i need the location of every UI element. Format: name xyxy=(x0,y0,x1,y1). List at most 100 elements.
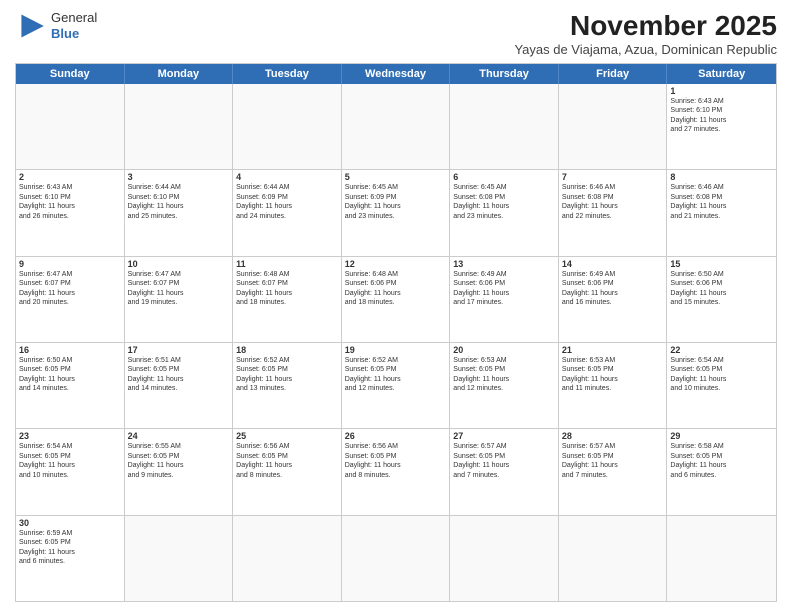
cal-row-4: 23Sunrise: 6:54 AM Sunset: 6:05 PM Dayli… xyxy=(16,428,776,514)
day-number: 3 xyxy=(128,172,230,182)
cal-header-sunday: Sunday xyxy=(16,64,125,84)
cal-cell-empty-0-2 xyxy=(233,84,342,169)
day-info: Sunrise: 6:55 AM Sunset: 6:05 PM Dayligh… xyxy=(128,442,230,480)
day-number: 14 xyxy=(562,259,664,269)
day-number: 5 xyxy=(345,172,447,182)
day-number: 27 xyxy=(453,431,555,441)
cal-cell-9: 9Sunrise: 6:47 AM Sunset: 6:07 PM Daylig… xyxy=(16,257,125,342)
cal-cell-empty-5-1 xyxy=(125,516,234,601)
cal-cell-11: 11Sunrise: 6:48 AM Sunset: 6:07 PM Dayli… xyxy=(233,257,342,342)
cal-row-5: 30Sunrise: 6:59 AM Sunset: 6:05 PM Dayli… xyxy=(16,515,776,601)
cal-header-saturday: Saturday xyxy=(667,64,776,84)
cal-cell-21: 21Sunrise: 6:53 AM Sunset: 6:05 PM Dayli… xyxy=(559,343,668,428)
cal-cell-empty-0-5 xyxy=(559,84,668,169)
cal-cell-7: 7Sunrise: 6:46 AM Sunset: 6:08 PM Daylig… xyxy=(559,170,668,255)
cal-cell-25: 25Sunrise: 6:56 AM Sunset: 6:05 PM Dayli… xyxy=(233,429,342,514)
cal-cell-empty-0-0 xyxy=(16,84,125,169)
logo-text: General Blue xyxy=(51,10,97,41)
cal-cell-22: 22Sunrise: 6:54 AM Sunset: 6:05 PM Dayli… xyxy=(667,343,776,428)
calendar: SundayMondayTuesdayWednesdayThursdayFrid… xyxy=(15,63,777,602)
day-number: 2 xyxy=(19,172,121,182)
day-number: 28 xyxy=(562,431,664,441)
month-title: November 2025 xyxy=(514,10,777,42)
cal-cell-20: 20Sunrise: 6:53 AM Sunset: 6:05 PM Dayli… xyxy=(450,343,559,428)
day-number: 4 xyxy=(236,172,338,182)
day-number: 23 xyxy=(19,431,121,441)
day-number: 26 xyxy=(345,431,447,441)
day-info: Sunrise: 6:57 AM Sunset: 6:05 PM Dayligh… xyxy=(562,442,664,480)
day-info: Sunrise: 6:56 AM Sunset: 6:05 PM Dayligh… xyxy=(345,442,447,480)
calendar-body: 1Sunrise: 6:43 AM Sunset: 6:10 PM Daylig… xyxy=(16,84,776,601)
day-number: 10 xyxy=(128,259,230,269)
day-info: Sunrise: 6:46 AM Sunset: 6:08 PM Dayligh… xyxy=(562,183,664,221)
day-number: 22 xyxy=(670,345,773,355)
day-info: Sunrise: 6:50 AM Sunset: 6:05 PM Dayligh… xyxy=(19,356,121,394)
day-info: Sunrise: 6:45 AM Sunset: 6:09 PM Dayligh… xyxy=(345,183,447,221)
day-number: 16 xyxy=(19,345,121,355)
cal-cell-27: 27Sunrise: 6:57 AM Sunset: 6:05 PM Dayli… xyxy=(450,429,559,514)
cal-header-wednesday: Wednesday xyxy=(342,64,451,84)
day-number: 20 xyxy=(453,345,555,355)
cal-cell-26: 26Sunrise: 6:56 AM Sunset: 6:05 PM Dayli… xyxy=(342,429,451,514)
cal-cell-6: 6Sunrise: 6:45 AM Sunset: 6:08 PM Daylig… xyxy=(450,170,559,255)
day-number: 9 xyxy=(19,259,121,269)
day-number: 6 xyxy=(453,172,555,182)
day-number: 7 xyxy=(562,172,664,182)
day-info: Sunrise: 6:49 AM Sunset: 6:06 PM Dayligh… xyxy=(453,270,555,308)
day-info: Sunrise: 6:53 AM Sunset: 6:05 PM Dayligh… xyxy=(562,356,664,394)
logo: General Blue xyxy=(15,10,97,42)
cal-cell-24: 24Sunrise: 6:55 AM Sunset: 6:05 PM Dayli… xyxy=(125,429,234,514)
cal-cell-29: 29Sunrise: 6:58 AM Sunset: 6:05 PM Dayli… xyxy=(667,429,776,514)
cal-cell-2: 2Sunrise: 6:43 AM Sunset: 6:10 PM Daylig… xyxy=(16,170,125,255)
day-number: 25 xyxy=(236,431,338,441)
day-number: 19 xyxy=(345,345,447,355)
cal-cell-3: 3Sunrise: 6:44 AM Sunset: 6:10 PM Daylig… xyxy=(125,170,234,255)
day-info: Sunrise: 6:44 AM Sunset: 6:09 PM Dayligh… xyxy=(236,183,338,221)
day-info: Sunrise: 6:43 AM Sunset: 6:10 PM Dayligh… xyxy=(19,183,121,221)
cal-header-friday: Friday xyxy=(559,64,668,84)
cal-cell-14: 14Sunrise: 6:49 AM Sunset: 6:06 PM Dayli… xyxy=(559,257,668,342)
cal-cell-13: 13Sunrise: 6:49 AM Sunset: 6:06 PM Dayli… xyxy=(450,257,559,342)
cal-cell-15: 15Sunrise: 6:50 AM Sunset: 6:06 PM Dayli… xyxy=(667,257,776,342)
cal-row-1: 2Sunrise: 6:43 AM Sunset: 6:10 PM Daylig… xyxy=(16,169,776,255)
day-number: 8 xyxy=(670,172,773,182)
logo-general: General xyxy=(51,10,97,26)
generalblue-logo-icon xyxy=(15,10,47,42)
day-info: Sunrise: 6:48 AM Sunset: 6:07 PM Dayligh… xyxy=(236,270,338,308)
cal-cell-empty-5-3 xyxy=(342,516,451,601)
day-info: Sunrise: 6:54 AM Sunset: 6:05 PM Dayligh… xyxy=(19,442,121,480)
day-number: 30 xyxy=(19,518,121,528)
header: General Blue November 2025 Yayas de Viaj… xyxy=(15,10,777,57)
cal-header-monday: Monday xyxy=(125,64,234,84)
day-info: Sunrise: 6:49 AM Sunset: 6:06 PM Dayligh… xyxy=(562,270,664,308)
cal-cell-empty-5-6 xyxy=(667,516,776,601)
day-info: Sunrise: 6:43 AM Sunset: 6:10 PM Dayligh… xyxy=(670,97,773,135)
day-number: 12 xyxy=(345,259,447,269)
day-info: Sunrise: 6:50 AM Sunset: 6:06 PM Dayligh… xyxy=(670,270,773,308)
day-info: Sunrise: 6:54 AM Sunset: 6:05 PM Dayligh… xyxy=(670,356,773,394)
day-number: 21 xyxy=(562,345,664,355)
cal-cell-1: 1Sunrise: 6:43 AM Sunset: 6:10 PM Daylig… xyxy=(667,84,776,169)
cal-cell-10: 10Sunrise: 6:47 AM Sunset: 6:07 PM Dayli… xyxy=(125,257,234,342)
day-info: Sunrise: 6:51 AM Sunset: 6:05 PM Dayligh… xyxy=(128,356,230,394)
day-info: Sunrise: 6:44 AM Sunset: 6:10 PM Dayligh… xyxy=(128,183,230,221)
cal-row-3: 16Sunrise: 6:50 AM Sunset: 6:05 PM Dayli… xyxy=(16,342,776,428)
logo-blue: Blue xyxy=(51,26,97,42)
day-info: Sunrise: 6:47 AM Sunset: 6:07 PM Dayligh… xyxy=(128,270,230,308)
day-info: Sunrise: 6:47 AM Sunset: 6:07 PM Dayligh… xyxy=(19,270,121,308)
calendar-header: SundayMondayTuesdayWednesdayThursdayFrid… xyxy=(16,64,776,84)
cal-cell-23: 23Sunrise: 6:54 AM Sunset: 6:05 PM Dayli… xyxy=(16,429,125,514)
cal-header-thursday: Thursday xyxy=(450,64,559,84)
page: General Blue November 2025 Yayas de Viaj… xyxy=(0,0,792,612)
cal-cell-30: 30Sunrise: 6:59 AM Sunset: 6:05 PM Dayli… xyxy=(16,516,125,601)
cal-cell-4: 4Sunrise: 6:44 AM Sunset: 6:09 PM Daylig… xyxy=(233,170,342,255)
cal-cell-empty-5-2 xyxy=(233,516,342,601)
cal-cell-empty-0-4 xyxy=(450,84,559,169)
day-info: Sunrise: 6:46 AM Sunset: 6:08 PM Dayligh… xyxy=(670,183,773,221)
cal-cell-16: 16Sunrise: 6:50 AM Sunset: 6:05 PM Dayli… xyxy=(16,343,125,428)
subtitle: Yayas de Viajama, Azua, Dominican Republ… xyxy=(514,42,777,57)
day-info: Sunrise: 6:57 AM Sunset: 6:05 PM Dayligh… xyxy=(453,442,555,480)
cal-cell-empty-5-5 xyxy=(559,516,668,601)
cal-cell-17: 17Sunrise: 6:51 AM Sunset: 6:05 PM Dayli… xyxy=(125,343,234,428)
cal-cell-empty-5-4 xyxy=(450,516,559,601)
